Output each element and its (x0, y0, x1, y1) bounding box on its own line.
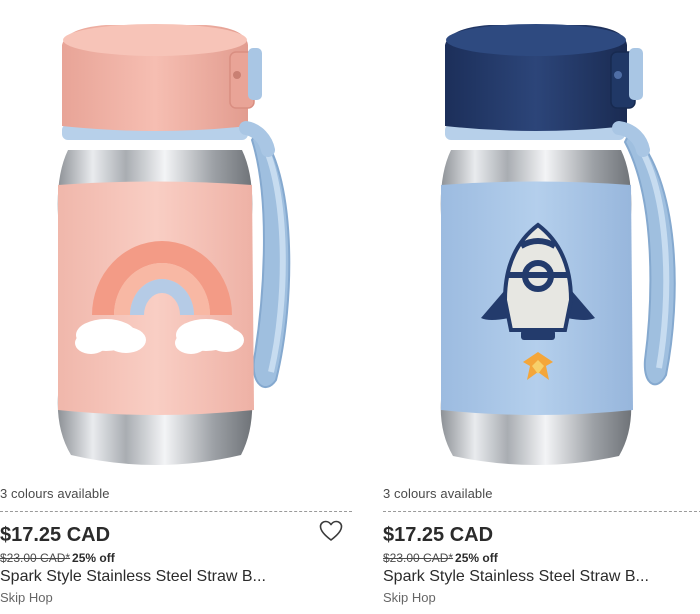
price: $17.25 CAD (383, 524, 494, 546)
wishlist-heart-icon[interactable] (319, 520, 343, 542)
divider (0, 511, 352, 512)
discount-badge: 25% off (455, 551, 498, 565)
product-image-pink-bottle[interactable] (0, 0, 356, 478)
heart-outline-icon (319, 520, 343, 541)
original-price-line: $23.00 CAD* 25% off (383, 551, 498, 565)
divider (383, 511, 700, 512)
product-card-pink[interactable]: 3 colours available $17.25 CAD $23.00 CA… (0, 0, 356, 614)
original-price: $23.00 CAD* (0, 551, 71, 565)
discount-badge: 25% off (72, 551, 115, 565)
colours-available-text: 3 colours available (0, 486, 110, 501)
pink-bottle-illustration (57, 24, 291, 465)
colours-available-text: 3 colours available (383, 486, 493, 501)
brand-name: Skip Hop (383, 590, 436, 605)
product-name-link[interactable]: Spark Style Stainless Steel Straw B... (383, 568, 683, 586)
product-name-link[interactable]: Spark Style Stainless Steel Straw B... (0, 568, 300, 586)
original-price-line: $23.00 CAD* 25% off (0, 551, 115, 565)
brand-name: Skip Hop (0, 590, 53, 605)
blue-bottle-illustration (440, 24, 676, 465)
product-image-blue-bottle[interactable] (381, 0, 700, 478)
price: $17.25 CAD (0, 524, 111, 546)
product-card-blue[interactable]: 3 colours available $17.25 CAD $23.00 CA… (381, 0, 700, 614)
original-price: $23.00 CAD* (383, 551, 454, 565)
